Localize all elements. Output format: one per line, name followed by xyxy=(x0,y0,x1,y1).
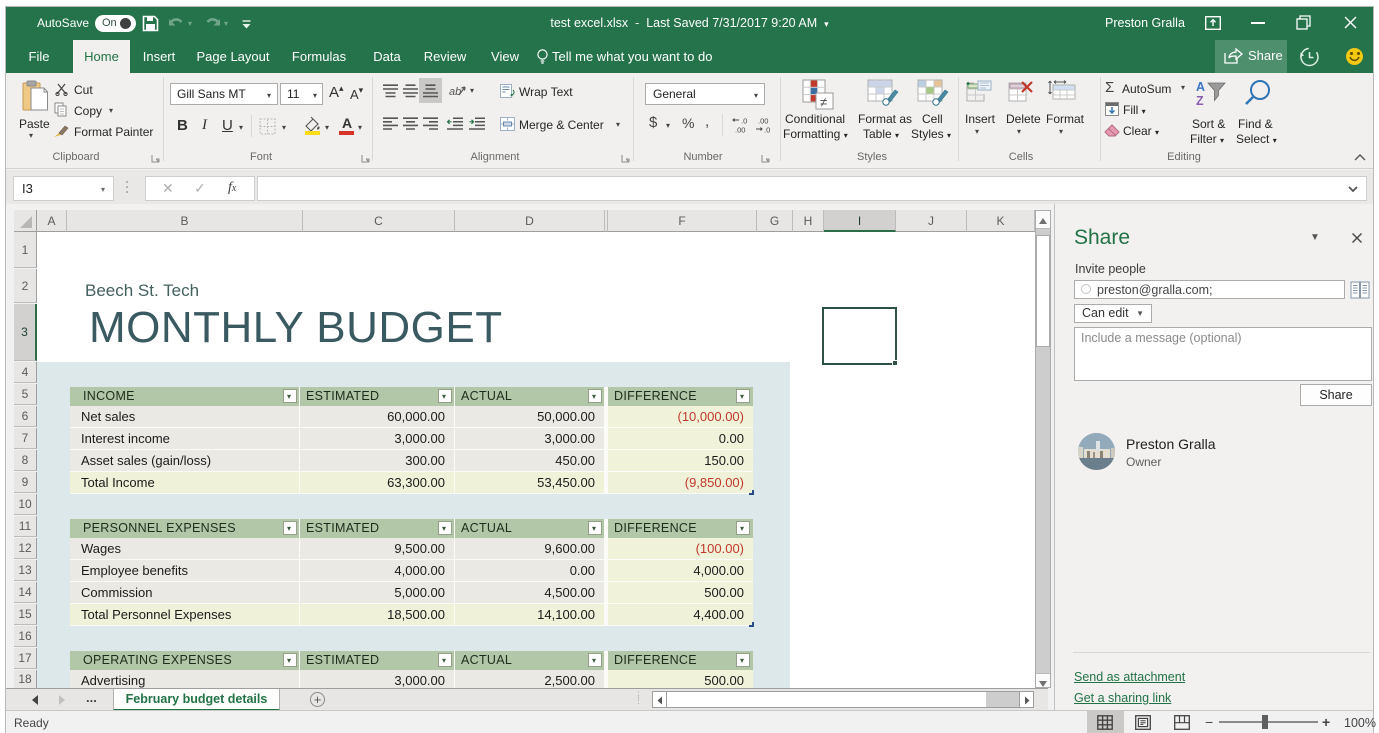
svg-text:.0: .0 xyxy=(764,126,770,134)
svg-text:Z: Z xyxy=(1196,94,1204,108)
svg-text:.00: .00 xyxy=(735,126,745,134)
svg-text:.00: .00 xyxy=(758,117,768,126)
svg-text:.0: .0 xyxy=(741,117,747,126)
svg-text:A: A xyxy=(1196,80,1205,94)
svg-text:≠: ≠ xyxy=(820,95,827,110)
svg-text:ab: ab xyxy=(449,86,461,98)
